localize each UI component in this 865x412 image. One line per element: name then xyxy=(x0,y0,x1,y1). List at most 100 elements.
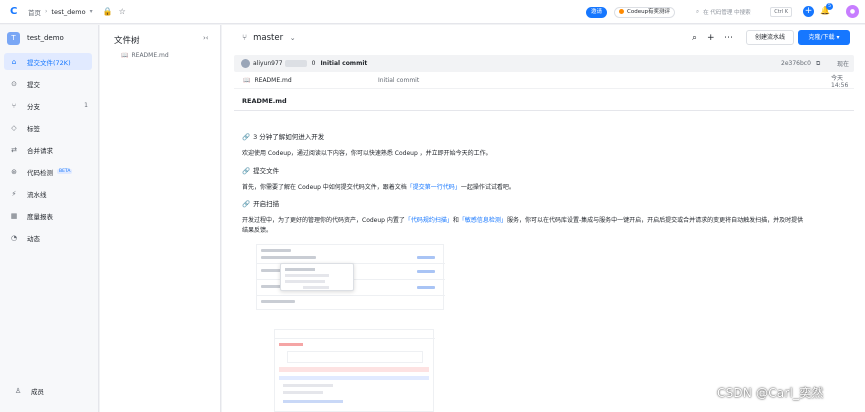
search-icon[interactable]: ⌕ xyxy=(692,33,697,43)
sidebar-item-label: 分支 xyxy=(27,102,40,111)
review-button[interactable]: Codeup有奖测评 xyxy=(614,7,676,18)
file-time: 今天 14:56 xyxy=(831,74,849,89)
author-avatar xyxy=(241,59,250,68)
image-line xyxy=(285,268,315,271)
image-line xyxy=(283,400,343,403)
activity-icon: ◔ xyxy=(10,233,18,242)
branch-icon: ⑂ xyxy=(11,101,17,110)
branch-count: 1 xyxy=(84,102,88,109)
readme-paragraph-3-cont: 结果反馈。 xyxy=(242,227,273,234)
sidebar-item-reports[interactable]: ▦ 度量报表 xyxy=(4,207,92,224)
commit-message: Initial commit xyxy=(320,60,368,67)
sidebar-item-tags[interactable]: ◇ 标签 xyxy=(4,119,92,136)
paragraph-text: 一起操作试试看吧。 xyxy=(460,184,515,191)
file-row[interactable]: 📖 README.md Initial commit 今天 14:56 xyxy=(234,73,854,89)
file-tree-item[interactable]: 📖 README.md xyxy=(121,52,169,59)
report-icon: ▦ xyxy=(10,211,18,220)
link-icon: 🔗 xyxy=(242,200,251,208)
members-icon: ♙ xyxy=(14,386,22,395)
commit-author: aliyun977 xyxy=(253,60,283,67)
notification-badge: 5 xyxy=(826,3,833,10)
heading-text: 3 分钟了解如何进入开发 xyxy=(253,133,325,141)
image-line xyxy=(279,343,303,346)
code-rule-scan-link[interactable]: 「代码规约扫描」 xyxy=(405,217,453,224)
sidebar-item-label: 合并请求 xyxy=(27,146,53,155)
files-icon: ⌂ xyxy=(11,57,17,66)
sidebar-item-label: 提交文件(72K) xyxy=(27,58,71,67)
copy-icon[interactable]: ⧉ xyxy=(816,60,820,68)
sidebar-item-label: 流水线 xyxy=(27,190,47,199)
readme-paragraph-2: 首先，你需要了解在 Codeup 中如何提交代码文件，跟着文档「提交第一行代码」… xyxy=(242,182,515,191)
user-avatar[interactable]: ● xyxy=(846,5,859,18)
readme-heading-3: 🔗 开启扫描 xyxy=(242,198,279,208)
commit-count: 0 xyxy=(311,60,316,67)
chevron-down-icon[interactable]: ▾ xyxy=(90,8,93,15)
sidebar-item-label: 标签 xyxy=(27,124,40,133)
book-icon: 📖 xyxy=(121,52,129,59)
collapse-tree-icon[interactable]: ›‹ xyxy=(203,34,209,42)
search-icon: ⌕ xyxy=(696,8,700,15)
review-dot-icon xyxy=(619,9,624,14)
image-line xyxy=(417,270,435,273)
invite-button[interactable]: 邀请 xyxy=(586,7,608,18)
global-search[interactable]: ⌕ 在 代码管理 中搜索 Ctrl K xyxy=(696,6,792,18)
commit-hash[interactable]: 2e376bc0 xyxy=(781,60,811,67)
commit-time: 现在 xyxy=(837,61,850,68)
paragraph-text: 首先，你需要了解在 Codeup 中如何提交代码文件，跟着文档 xyxy=(242,184,407,191)
paragraph-text: 服务，你可以在代码库设置-集成与服务中一键开启，开启后提交或合并请求的变更将自动… xyxy=(506,217,804,224)
heading-text: 提交文件 xyxy=(253,167,280,175)
first-commit-link[interactable]: 「提交第一行代码」 xyxy=(407,184,461,191)
readme-header: README.md xyxy=(234,97,854,111)
branch-icon: ⑂ xyxy=(242,33,248,43)
image-highlight xyxy=(279,376,429,380)
file-tree-item-name: README.md xyxy=(131,52,169,59)
file-name[interactable]: README.md xyxy=(254,77,291,84)
sidebar: T test_demo ⌂ 提交文件(72K) ⊙ 提交 ⑂ 分支 1 ◇ 标签… xyxy=(0,25,99,412)
sidebar-item-code-scan[interactable]: ⊛ 代码检测 BETA xyxy=(4,163,92,180)
sidebar-item-activity[interactable]: ◔ 动态 xyxy=(4,229,92,246)
watermark: CSDN @Carl_奕然 xyxy=(717,386,824,400)
sidebar-item-files[interactable]: ⌂ 提交文件(72K) xyxy=(4,53,92,70)
image-line xyxy=(285,274,329,277)
star-icon[interactable]: ☆ xyxy=(119,7,126,16)
review-label: Codeup有奖测评 xyxy=(627,9,671,15)
file-tree-panel: 文件树 📖 README.md xyxy=(100,25,221,412)
image-line xyxy=(261,300,295,303)
file-commit-message[interactable]: Initial commit xyxy=(378,77,419,84)
readme-paragraph-3: 开发过程中，为了更好的管理你的代码资产，Codeup 内置了「代码规约扫描」和「… xyxy=(242,215,803,224)
image-header xyxy=(275,330,435,339)
chevron-down-icon: ▾ xyxy=(836,34,840,41)
pipeline-icon: ⚡ xyxy=(11,189,17,198)
chevron-right-icon: › xyxy=(45,8,48,15)
sensitive-info-link[interactable]: 「敏感信息检测」 xyxy=(459,217,507,224)
sidebar-item-label: 度量报表 xyxy=(27,212,53,221)
codeup-logo-icon[interactable]: C xyxy=(10,6,22,18)
book-icon: 📖 xyxy=(243,77,251,84)
chevron-down-icon: ⌄ xyxy=(289,34,296,42)
sidebar-item-members[interactable]: ♙ 成员 xyxy=(8,382,97,399)
link-icon: 🔗 xyxy=(242,167,251,175)
add-icon[interactable]: + xyxy=(707,33,715,43)
sidebar-item-label: 提交 xyxy=(27,80,40,89)
image-alert xyxy=(279,367,429,372)
sidebar-item-commits[interactable]: ⊙ 提交 xyxy=(4,75,92,92)
branch-selector[interactable]: ⑂ master ⌄ xyxy=(242,33,296,43)
latest-commit-row[interactable]: aliyun977 0 Initial commit 2e376bc0 ⧉ 现在 xyxy=(234,55,854,72)
readme-image-scan xyxy=(274,329,435,412)
clone-download-button[interactable]: 克隆/下载 ▾ xyxy=(798,30,850,45)
image-line xyxy=(261,256,316,259)
readme-image-popup xyxy=(280,263,354,291)
readme-paragraph-1: 欢迎使用 Codeup，通过阅读以下内容，你可以快速熟悉 Codeup ，并立即… xyxy=(242,150,492,157)
create-pipeline-button[interactable]: 创建流水线 xyxy=(746,30,794,45)
commit-icon: ⊙ xyxy=(11,79,17,88)
breadcrumb-repo[interactable]: test_demo xyxy=(51,8,85,16)
more-icon[interactable]: ⋯ xyxy=(724,33,733,43)
main-panel: ⑂ master ⌄ ⌕ + ⋯ 创建流水线 克隆/下载 ▾ aliyun977 … xyxy=(222,25,865,412)
create-plus-icon[interactable]: + xyxy=(803,6,814,17)
repo-avatar: T xyxy=(7,31,20,45)
sidebar-item-branches[interactable]: ⑂ 分支 1 xyxy=(4,97,92,114)
sidebar-item-merge-requests[interactable]: ⇄ 合并请求 xyxy=(4,141,92,158)
repo-header[interactable]: T test_demo xyxy=(0,25,98,51)
sidebar-item-pipeline[interactable]: ⚡ 流水线 xyxy=(4,185,92,202)
breadcrumb-home[interactable]: 首页 xyxy=(28,7,41,17)
